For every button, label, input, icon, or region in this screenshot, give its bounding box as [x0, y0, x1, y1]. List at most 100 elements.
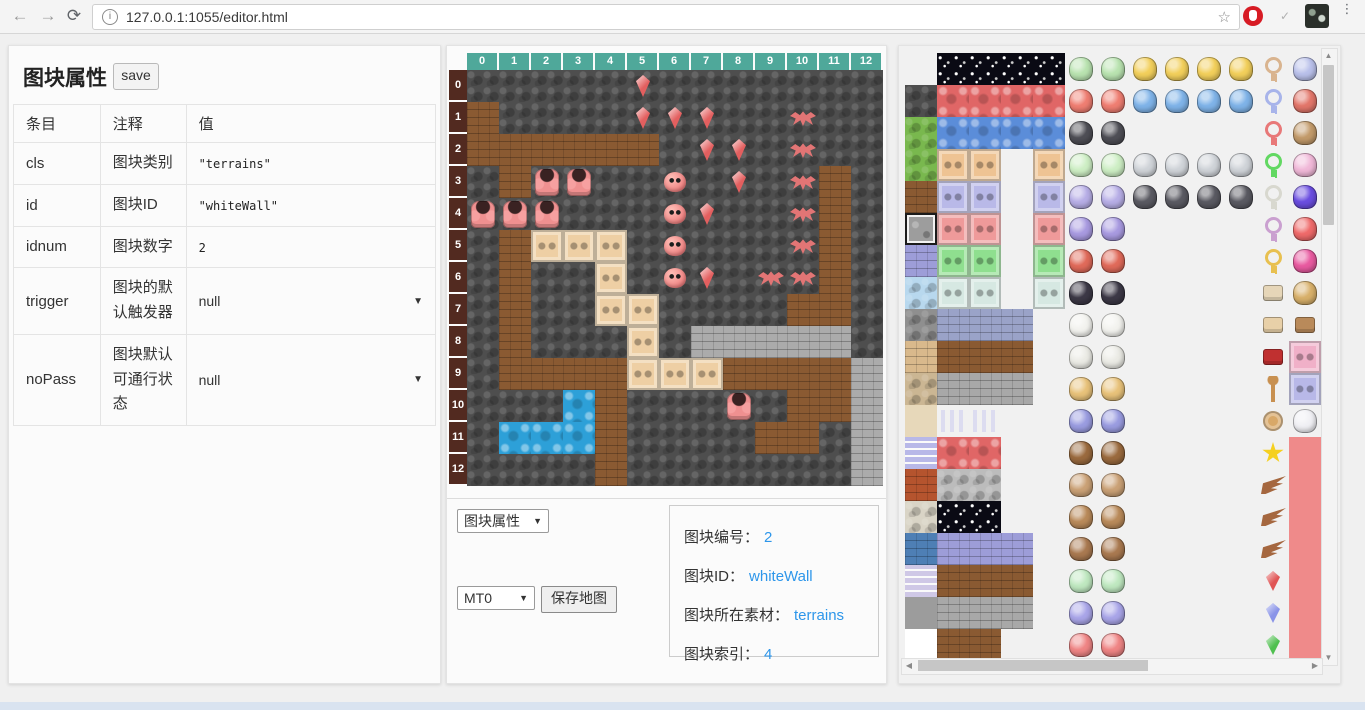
map-tile[interactable]: [627, 262, 659, 294]
tileset-cell-n_redmon[interactable]: [1289, 213, 1321, 245]
map-tile[interactable]: [595, 326, 627, 358]
map-tile[interactable]: [499, 230, 531, 262]
map-tile[interactable]: [755, 198, 787, 230]
map-tile[interactable]: [787, 358, 819, 390]
map-tile[interactable]: [787, 454, 819, 486]
prop-value[interactable]: "whiteWall": [199, 197, 423, 213]
extension-check-icon[interactable]: ✓: [1280, 9, 1296, 23]
tileset-cell-m_gslime[interactable]: [1065, 53, 1097, 85]
tileset-cell-i_scroll[interactable]: [1257, 309, 1289, 341]
vertical-scrollbar[interactable]: ▲ ▼: [1321, 48, 1338, 666]
map-tile[interactable]: [595, 390, 627, 422]
map-tile[interactable]: [563, 134, 595, 166]
map-tile[interactable]: [819, 294, 851, 326]
tileset-cell-gw[interactable]: [937, 373, 969, 405]
map-tile[interactable]: [467, 230, 499, 262]
tileset-cell-c_angel[interactable]: [1161, 53, 1193, 85]
tileset-cell-m_kslime[interactable]: [1065, 117, 1097, 149]
tileset-cell-m_ghostp[interactable]: [1097, 597, 1129, 629]
tileset-selected-tile[interactable]: [905, 213, 937, 245]
tileset-cell-w2[interactable]: [1033, 181, 1065, 213]
tileset-cell-lb[interactable]: [1001, 533, 1033, 565]
tileset-cell-gw[interactable]: [937, 597, 969, 629]
tileset-cell-sky[interactable]: [937, 501, 969, 533]
tileset-cell-pb[interactable]: [905, 309, 937, 341]
tileset-cell-i_staff[interactable]: [1257, 373, 1289, 405]
map-tile[interactable]: [819, 326, 851, 358]
tileset-cell-c_dark[interactable]: [1129, 181, 1161, 213]
map-tile[interactable]: [659, 294, 691, 326]
tileset-cell-m_vamp[interactable]: [1097, 277, 1129, 309]
map-canvas[interactable]: [467, 70, 883, 486]
tileset-cell-rb[interactable]: [905, 469, 937, 501]
map-tile[interactable]: [531, 454, 563, 486]
map-entity-gem[interactable]: [691, 198, 723, 230]
map-tile[interactable]: [723, 70, 755, 102]
map-tile[interactable]: [755, 70, 787, 102]
tileset-cell-drag[interactable]: [1289, 565, 1321, 597]
tileset-cell-i_wing[interactable]: [1257, 501, 1289, 533]
tileset-cell-w2[interactable]: [969, 181, 1001, 213]
map-tile[interactable]: [755, 102, 787, 134]
map-tile[interactable]: [595, 422, 627, 454]
map-tile[interactable]: [851, 198, 883, 230]
map-tile[interactable]: [563, 390, 595, 422]
map-entity-gem[interactable]: [627, 70, 659, 102]
tileset-cell-b2[interactable]: [969, 309, 1001, 341]
map-tile[interactable]: [627, 422, 659, 454]
tileset-cell-m_gorilla[interactable]: [1065, 437, 1097, 469]
tileset-cell-w4[interactable]: [969, 245, 1001, 277]
map-tile[interactable]: [691, 230, 723, 262]
map-tile[interactable]: [819, 166, 851, 198]
map-entity-bat[interactable]: [787, 230, 819, 262]
save-map-button[interactable]: 保存地图: [541, 586, 617, 613]
map-tile[interactable]: [467, 166, 499, 198]
map-tile[interactable]: [531, 262, 563, 294]
map-tile[interactable]: [627, 230, 659, 262]
tileset-cell-i_gemblue[interactable]: [1257, 597, 1289, 629]
map-tile[interactable]: [819, 230, 851, 262]
tileset-cell-gl[interactable]: [905, 565, 937, 597]
map-tile[interactable]: [467, 102, 499, 134]
tileset-cell-m_bug[interactable]: [1097, 149, 1129, 181]
map-tile[interactable]: [691, 70, 723, 102]
map-tile[interactable]: [691, 358, 723, 390]
tileset-cell-sky[interactable]: [969, 53, 1001, 85]
tileset-cell-drag[interactable]: [1289, 629, 1321, 661]
map-entity-monster[interactable]: [723, 390, 755, 422]
tileset-cell-sky[interactable]: [969, 501, 1001, 533]
tileset-cell-gy[interactable]: [905, 597, 937, 629]
map-tile[interactable]: [595, 230, 627, 262]
tileset-cell-c_dark[interactable]: [1161, 181, 1193, 213]
map-tile[interactable]: [499, 134, 531, 166]
map-tile[interactable]: [755, 422, 787, 454]
map-tile[interactable]: [467, 358, 499, 390]
map-tile[interactable]: [595, 358, 627, 390]
map-tile[interactable]: [755, 294, 787, 326]
map-entity-gem[interactable]: [627, 102, 659, 134]
tileset-cell-n_fairy[interactable]: [1289, 149, 1321, 181]
map-tile[interactable]: [563, 326, 595, 358]
map-tile[interactable]: [819, 198, 851, 230]
map-entity-bat[interactable]: [787, 102, 819, 134]
map-tile[interactable]: [627, 134, 659, 166]
map-tile[interactable]: [755, 326, 787, 358]
tileset-cell-m_slimeman[interactable]: [1097, 565, 1129, 597]
address-bar[interactable]: i 127.0.0.1:1055/editor.html ☆: [92, 4, 1240, 30]
map-tile[interactable]: [819, 358, 851, 390]
tileset-cell-m_skelgd[interactable]: [1065, 373, 1097, 405]
map-tile[interactable]: [499, 454, 531, 486]
tileset-cell-pl[interactable]: [905, 341, 937, 373]
map-entity-slime[interactable]: [659, 198, 691, 230]
map-tile[interactable]: [819, 262, 851, 294]
map-tile[interactable]: [659, 454, 691, 486]
map-tile[interactable]: [627, 198, 659, 230]
tileset-cell-bb[interactable]: [905, 533, 937, 565]
map-tile[interactable]: [659, 134, 691, 166]
map-tile[interactable]: [627, 390, 659, 422]
tileset-cell-n_princess[interactable]: [1289, 245, 1321, 277]
tileset-cell-m_vamp[interactable]: [1065, 277, 1097, 309]
tileset-cell-gw[interactable]: [969, 373, 1001, 405]
map-tile[interactable]: [851, 102, 883, 134]
tileset-cell-n_guard[interactable]: [1289, 85, 1321, 117]
